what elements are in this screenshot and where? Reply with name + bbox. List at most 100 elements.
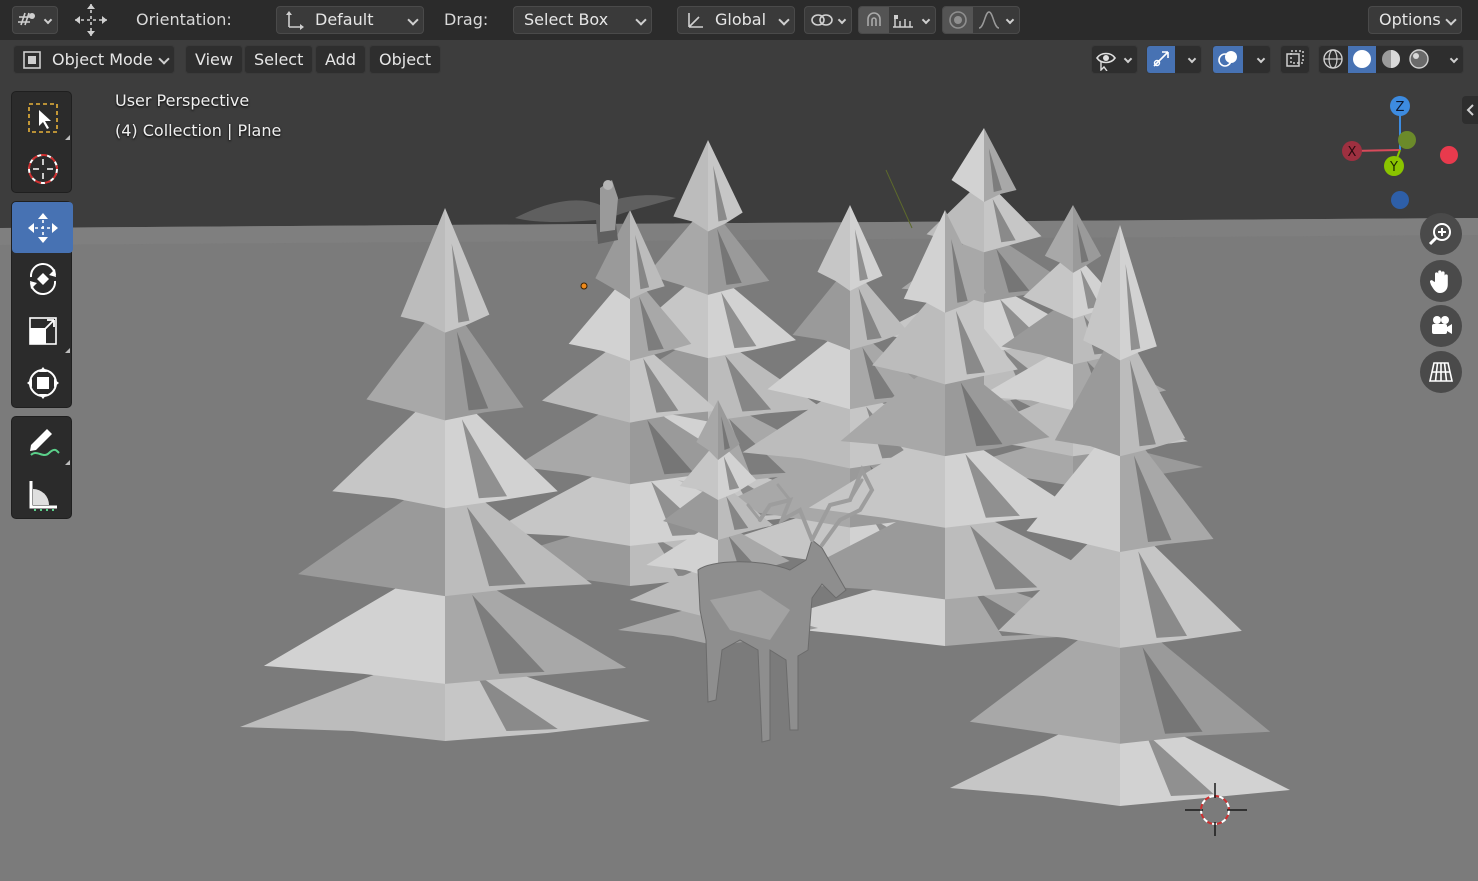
scale-icon <box>28 316 57 345</box>
solid-sphere-icon <box>1353 50 1371 68</box>
chevron-down-icon <box>1445 14 1457 26</box>
move-tool[interactable] <box>12 202 73 253</box>
gizmo-x-label: X <box>1348 145 1357 160</box>
chevron-down-icon <box>921 15 931 25</box>
3d-cursor-icon <box>27 153 58 184</box>
hand-icon <box>1429 270 1448 293</box>
rotate-icon <box>29 262 56 295</box>
snap-toggle[interactable] <box>859 7 889 33</box>
proportional-toggle[interactable] <box>943 7 973 33</box>
snapping-group[interactable] <box>858 6 936 34</box>
rendered-shading-button[interactable] <box>1405 47 1432 72</box>
move-arrows-icon <box>75 4 107 36</box>
toolbar-annotate-group <box>11 416 72 519</box>
chevron-down-icon <box>43 15 53 25</box>
mode-label: Object Mode <box>52 50 153 69</box>
grid-perspective-icon <box>1429 362 1453 382</box>
options-label: Options <box>1379 10 1441 29</box>
transform-icon <box>26 366 59 399</box>
eye-pointer-icon <box>1096 52 1116 71</box>
3d-viewport[interactable]: User Perspective (4) Collection | Plane <box>0 40 1478 881</box>
gizmo-neg-x <box>1440 146 1458 164</box>
scale-tool[interactable] <box>12 305 73 356</box>
solid-shading-button[interactable] <box>1348 46 1376 73</box>
object-origin-dot <box>580 282 588 290</box>
chevron-down-icon <box>1449 54 1459 64</box>
visibility-dropdown[interactable] <box>1091 45 1138 74</box>
zoom-button[interactable] <box>1420 213 1462 255</box>
view-menu[interactable]: View <box>185 45 243 74</box>
pan-button[interactable] <box>1420 260 1462 302</box>
gizmo-arrows-icon <box>1153 51 1169 67</box>
gizmo-toggle[interactable] <box>1147 46 1175 73</box>
scene-render <box>0 40 1478 881</box>
gizmo-neg-z <box>1391 191 1409 209</box>
pivot-point-dropdown[interactable] <box>804 6 852 34</box>
transform-tool[interactable] <box>12 357 73 408</box>
transform-orientation-dropdown[interactable]: Global <box>677 6 795 34</box>
gizmo-y-label: Y <box>1389 160 1398 175</box>
overlays-dropdown[interactable] <box>1212 45 1271 74</box>
gizmo-neg-y <box>1398 131 1416 149</box>
orientation-value: Default <box>315 10 374 29</box>
drag-dropdown[interactable]: Select Box <box>513 6 652 34</box>
xray-toggle[interactable] <box>1280 45 1310 74</box>
cursor-tool[interactable] <box>12 143 73 194</box>
pivot-link-icon <box>811 14 833 26</box>
object-mode-dropdown[interactable]: Object Mode <box>13 45 175 74</box>
shading-mode-group[interactable] <box>1318 45 1464 74</box>
global-axes-icon <box>688 13 703 28</box>
magnet-icon <box>867 12 881 26</box>
perspective-label: User Perspective <box>115 91 250 110</box>
wireframe-shading-button[interactable] <box>1320 47 1347 72</box>
annotate-tool[interactable] <box>12 417 73 468</box>
rotate-tool[interactable] <box>12 253 73 304</box>
rendered-sphere-icon <box>1409 49 1429 69</box>
drag-label: Drag: <box>444 10 489 29</box>
material-shading-button[interactable] <box>1377 47 1404 72</box>
overlays-toggle[interactable] <box>1213 46 1243 73</box>
orientation-label: Orientation: <box>136 10 232 29</box>
perspective-toggle-button[interactable] <box>1420 351 1462 393</box>
proportional-editing-group[interactable] <box>942 6 1020 34</box>
viewport-header: Object Mode View Select Add Object <box>0 40 1478 80</box>
sidebar-toggle[interactable] <box>1462 96 1478 124</box>
options-dropdown[interactable]: Options <box>1368 6 1462 34</box>
chevron-left-icon <box>1466 104 1474 116</box>
move-icon <box>27 212 58 243</box>
viewport-editor-icon <box>18 12 35 26</box>
object-menu[interactable]: Object <box>369 45 442 74</box>
drag-value: Select Box <box>524 10 609 29</box>
chevron-down-icon <box>1005 15 1015 25</box>
chevron-down-icon <box>407 14 419 26</box>
add-menu[interactable]: Add <box>315 45 366 74</box>
camera-icon <box>1432 316 1452 334</box>
chevron-down-icon <box>1256 54 1266 64</box>
wireframe-sphere-icon <box>1323 49 1343 69</box>
gizmo-dropdown[interactable] <box>1146 45 1202 74</box>
select-menu[interactable]: Select <box>244 45 314 74</box>
magnifier-plus-icon <box>1428 223 1451 246</box>
chevron-down-icon <box>158 53 170 65</box>
active-tool-indicator <box>72 4 112 36</box>
chevron-down-icon <box>1123 54 1133 64</box>
gizmo-z-label: Z <box>1396 100 1405 115</box>
select-box-icon <box>27 102 58 133</box>
toolbar-select-group <box>11 91 72 193</box>
ruler-icon <box>29 480 57 511</box>
camera-view-button[interactable] <box>1420 305 1462 347</box>
chevron-down-icon <box>1187 54 1197 64</box>
select-box-tool[interactable] <box>12 92 73 143</box>
chevron-down-icon <box>837 15 847 25</box>
orientation-dropdown[interactable]: Default <box>276 6 424 34</box>
chevron-down-icon <box>778 14 790 26</box>
material-sphere-icon <box>1382 50 1400 68</box>
xray-squares-icon <box>1286 50 1304 67</box>
snap-increment-icon <box>893 15 913 28</box>
proportional-circle-icon <box>949 11 967 29</box>
measure-tool[interactable] <box>12 469 73 520</box>
orientation-gizmo-icon <box>286 11 304 30</box>
editor-type-button[interactable] <box>12 6 58 34</box>
overlays-circles-icon <box>1218 51 1237 67</box>
navigation-gizmo[interactable]: Z X Y <box>1330 90 1470 215</box>
